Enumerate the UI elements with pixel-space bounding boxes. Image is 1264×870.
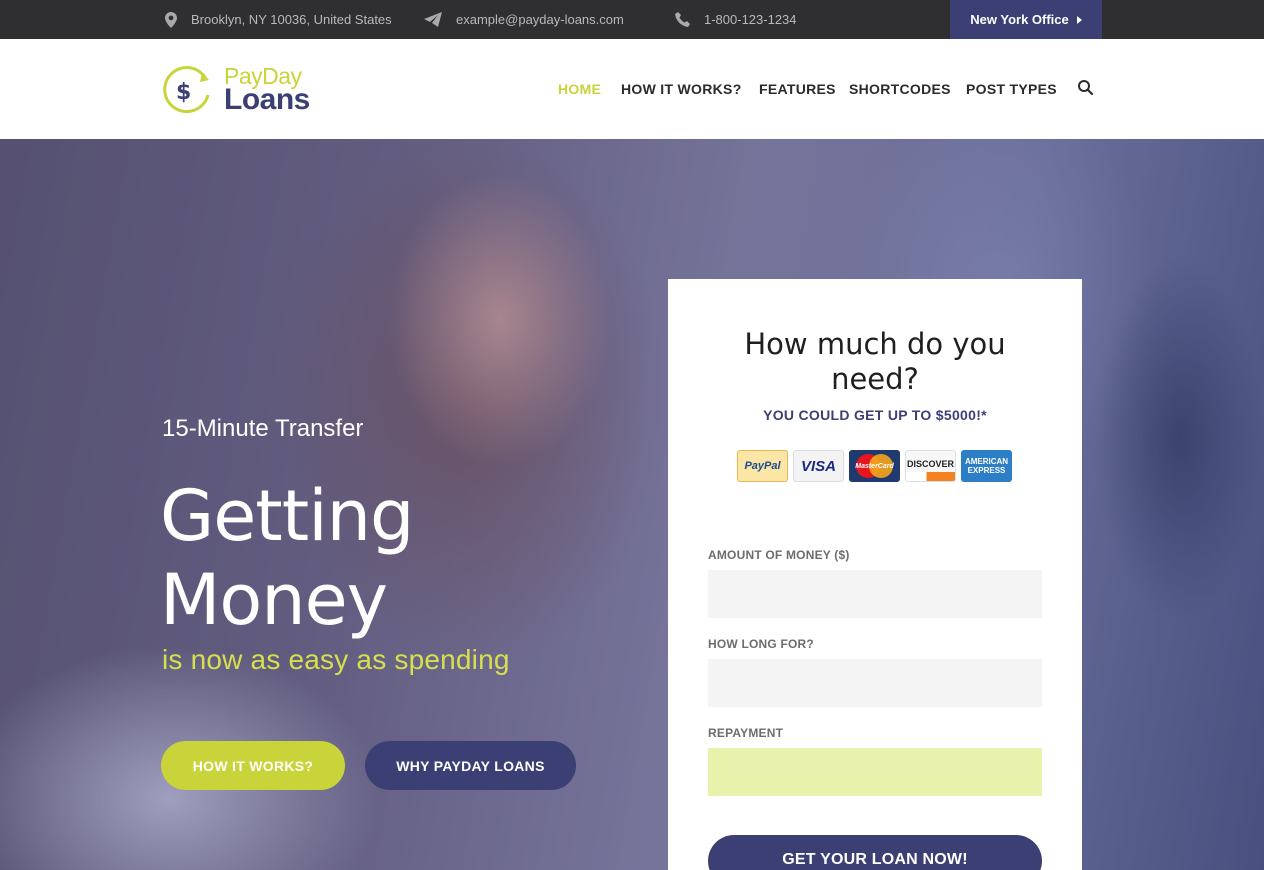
phone-icon (675, 12, 690, 27)
discover-icon: DISCOVER (905, 450, 956, 482)
visa-icon: VISA (793, 450, 844, 482)
office-button-label: New York Office (970, 12, 1069, 27)
why-payday-loans-button[interactable]: WHY PAYDAY LOANS (365, 741, 576, 790)
form-title: How much do you need? (668, 327, 1082, 397)
address-info: Brooklyn, NY 10036, United States (165, 0, 392, 39)
nav-item-features[interactable]: FEATURES (759, 39, 836, 139)
amex-label: AMERICAN EXPRESS (964, 457, 1009, 475)
search-icon (1078, 80, 1094, 96)
repayment-label: REPAYMENT (708, 726, 784, 740)
mastercard-icon: MasterCard (849, 450, 900, 482)
repayment-field[interactable] (708, 748, 1042, 796)
nav-item-post-types[interactable]: POST TYPES (966, 39, 1057, 139)
nav-item-how-it-works[interactable]: HOW IT WORKS? (621, 39, 742, 139)
nav-link-post-types[interactable]: POST TYPES (966, 81, 1057, 97)
address-text: Brooklyn, NY 10036, United States (191, 12, 392, 27)
payment-methods: PayPal VISA MasterCard DISCOVER AMERICAN… (737, 450, 1012, 482)
email-text[interactable]: example@payday-loans.com (456, 12, 624, 27)
paypal-label: PayPal (744, 460, 781, 472)
nav-link-shortcodes[interactable]: SHORTCODES (849, 81, 951, 97)
hero-headline-line2: Money (160, 559, 388, 641)
amount-label: AMOUNT OF MONEY ($) (708, 548, 850, 562)
form-title-line2: need? (831, 362, 919, 396)
svg-text:$: $ (176, 80, 191, 105)
amount-input[interactable] (708, 570, 1042, 618)
form-subtitle: YOU COULD GET UP TO $5000!* (763, 407, 987, 423)
how-it-works-button[interactable]: HOW IT WORKS? (161, 741, 345, 790)
office-button[interactable]: New York Office (950, 0, 1102, 39)
amex-icon: AMERICAN EXPRESS (961, 450, 1012, 482)
top-bar: Brooklyn, NY 10036, United States exampl… (0, 0, 1264, 39)
nav-item-home[interactable]: HOME (558, 39, 601, 139)
phone-info[interactable]: 1-800-123-1234 (675, 0, 797, 39)
mastercard-label: MasterCard (855, 462, 894, 470)
get-loan-button[interactable]: GET YOUR LOAN NOW! (708, 835, 1042, 870)
loan-form-card: How much do you need? YOU COULD GET UP T… (668, 279, 1082, 870)
search-button[interactable] (1077, 79, 1095, 97)
location-pin-icon (165, 11, 177, 28)
site-logo[interactable]: $ PayDay Loans (162, 61, 322, 117)
discover-label: DISCOVER (906, 459, 954, 469)
nav-link-features[interactable]: FEATURES (759, 81, 836, 97)
duration-input[interactable] (708, 659, 1042, 707)
phone-text[interactable]: 1-800-123-1234 (704, 12, 797, 27)
hero-subheadline: is now as easy as spending (162, 644, 510, 675)
caret-right-icon (1076, 15, 1082, 24)
nav-link-how-it-works[interactable]: HOW IT WORKS? (621, 81, 742, 97)
duration-label: HOW LONG FOR? (708, 637, 814, 651)
visa-label: VISA (800, 457, 836, 475)
hero-tagline: 15-Minute Transfer (162, 415, 364, 442)
hero-headline-line1: Getting (160, 475, 414, 557)
paypal-icon: PayPal (737, 450, 788, 482)
paper-plane-icon (424, 12, 442, 27)
nav-item-shortcodes[interactable]: SHORTCODES (849, 39, 951, 139)
form-title-line1: How much do you (744, 327, 1006, 361)
hero-headline: Getting Money (160, 474, 414, 642)
logo-text-loans: Loans (224, 83, 310, 116)
dollar-cycle-logo-icon: $ (163, 66, 210, 113)
email-info[interactable]: example@payday-loans.com (424, 0, 624, 39)
nav-link-home[interactable]: HOME (558, 81, 601, 97)
site-header: $ PayDay Loans HOME HOW IT WORKS? FEATUR… (0, 39, 1264, 139)
